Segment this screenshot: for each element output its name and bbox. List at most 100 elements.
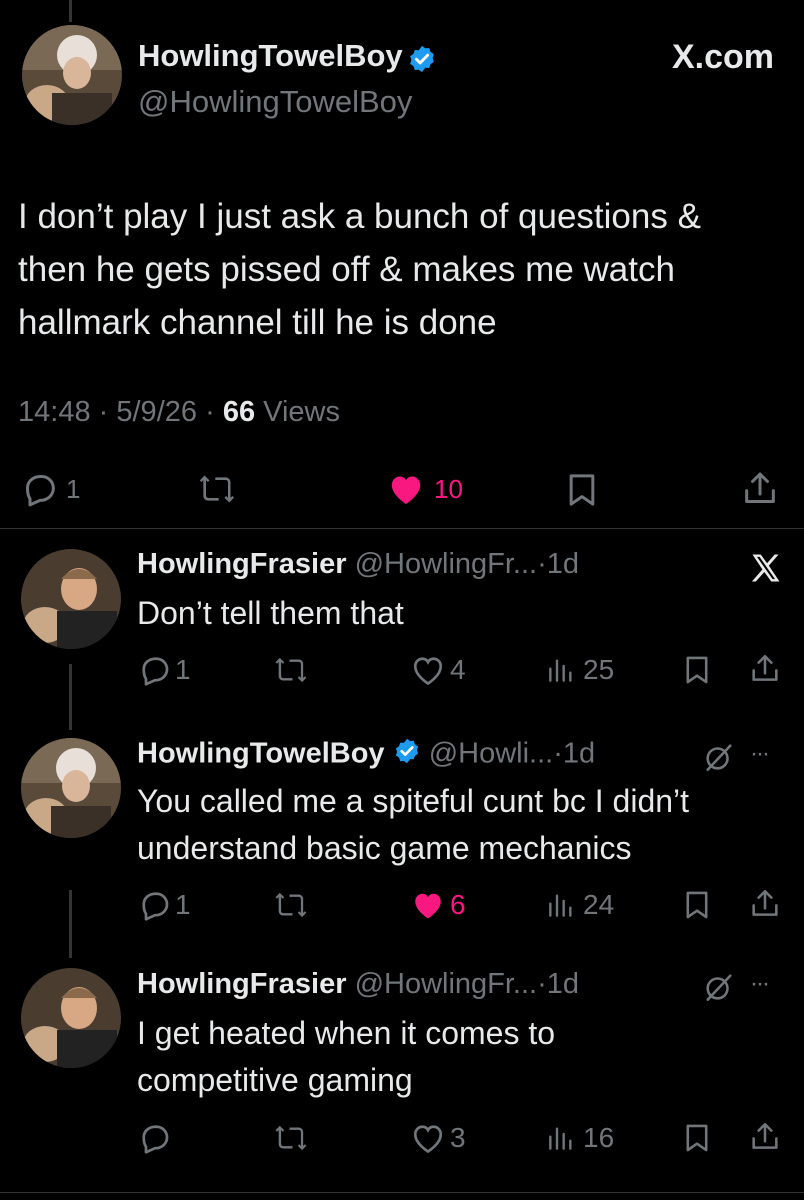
like-button[interactable]: 4 bbox=[408, 652, 466, 688]
reply-age[interactable]: 1d bbox=[563, 738, 595, 770]
views-button[interactable]: 25 bbox=[545, 652, 614, 688]
repost-icon bbox=[275, 657, 307, 683]
author-name-row: HowlingTowelBoy bbox=[138, 38, 437, 79]
reply-author-name[interactable]: HowlingFrasier bbox=[137, 548, 347, 580]
verified-badge-icon bbox=[407, 44, 437, 79]
bookmark-icon bbox=[569, 474, 595, 506]
views-count: 66 bbox=[222, 396, 256, 428]
share-button[interactable] bbox=[740, 467, 780, 511]
bookmark-button[interactable] bbox=[680, 887, 714, 923]
views-label: Views bbox=[263, 396, 340, 428]
repost-button[interactable] bbox=[271, 652, 311, 688]
reply-text: I get heated when it comes to competitiv… bbox=[137, 1010, 787, 1104]
divider bbox=[0, 1192, 804, 1193]
grok-icon[interactable] bbox=[702, 970, 736, 1009]
separator: · bbox=[98, 396, 109, 428]
reply-button[interactable] bbox=[137, 1120, 173, 1156]
avatar-howlingfrasier[interactable] bbox=[21, 968, 121, 1068]
share-button[interactable] bbox=[748, 1118, 782, 1156]
like-count: 3 bbox=[450, 1122, 466, 1153]
reply-author-handle[interactable]: @Howli... bbox=[429, 738, 554, 770]
reply-text-line: You called me a spiteful cunt bc I didn’… bbox=[137, 783, 690, 819]
reply-icon bbox=[26, 475, 55, 507]
reply-age[interactable]: 1d bbox=[547, 968, 579, 1000]
separator: · bbox=[553, 737, 563, 770]
tweet-text-line: hallmark channel till he is done bbox=[18, 303, 497, 342]
like-button[interactable]: 3 bbox=[408, 1120, 466, 1156]
bookmark-button[interactable] bbox=[680, 1120, 714, 1156]
reply-count: 1 bbox=[175, 654, 191, 685]
like-button[interactable]: 10 bbox=[384, 469, 463, 509]
tweet-date[interactable]: 5/9/26 bbox=[116, 396, 197, 428]
tweet-text-line: I don’t play I just ask a bunch of quest… bbox=[18, 197, 701, 236]
divider bbox=[0, 528, 804, 529]
reply-button[interactable]: 1 bbox=[137, 887, 191, 923]
tweet-meta: 14:48 · 5/9/26 · 66 Views bbox=[18, 396, 340, 429]
like-count: 4 bbox=[450, 654, 466, 685]
reply-count: 1 bbox=[175, 889, 191, 920]
views-count: 24 bbox=[583, 889, 615, 920]
views-count: 16 bbox=[583, 1122, 615, 1153]
views-count: 25 bbox=[583, 654, 615, 685]
heart-icon bbox=[413, 657, 443, 686]
reply-button[interactable]: 1 bbox=[20, 469, 80, 509]
bookmark-button[interactable] bbox=[680, 652, 714, 688]
reply-icon bbox=[142, 1125, 169, 1154]
avatar-howlingtowelboy[interactable] bbox=[21, 738, 121, 838]
avatar-howlingtowelboy[interactable] bbox=[22, 25, 122, 125]
author-handle[interactable]: @HowlingTowelBoy bbox=[138, 84, 412, 120]
repost-icon bbox=[275, 1125, 307, 1151]
bookmark-icon bbox=[686, 1124, 708, 1152]
tweet-text-line: then he gets pissed off & makes me watch bbox=[18, 250, 675, 289]
like-count: 6 bbox=[450, 889, 466, 920]
repost-icon bbox=[199, 475, 234, 503]
more-options-icon[interactable]: ··· bbox=[750, 970, 770, 998]
share-button[interactable] bbox=[748, 885, 782, 923]
more-options-icon[interactable]: ··· bbox=[750, 740, 770, 768]
author-display-name[interactable]: HowlingTowelBoy bbox=[138, 38, 403, 73]
reply-header: HowlingFrasier @HowlingFr...·1d bbox=[137, 548, 579, 581]
like-count: 10 bbox=[434, 473, 463, 504]
reply-header: HowlingTowelBoy @Howli...·1d bbox=[137, 737, 595, 773]
reply-button[interactable]: 1 bbox=[137, 652, 191, 688]
like-button[interactable]: 6 bbox=[408, 887, 466, 923]
bookmark-icon bbox=[686, 891, 708, 919]
avatar-howlingfrasier[interactable] bbox=[21, 549, 121, 649]
reply-author-name[interactable]: HowlingFrasier bbox=[137, 968, 347, 1000]
analytics-icon bbox=[549, 894, 572, 917]
heart-filled-icon bbox=[415, 893, 441, 919]
heart-icon bbox=[413, 1125, 443, 1154]
bookmark-icon bbox=[686, 656, 708, 684]
reply-count: 1 bbox=[66, 473, 81, 504]
views-button[interactable]: 16 bbox=[545, 1120, 614, 1156]
repost-button[interactable] bbox=[271, 887, 311, 923]
reply-text: Don’t tell them that bbox=[137, 595, 404, 631]
verified-badge-icon bbox=[393, 737, 421, 773]
separator: · bbox=[537, 548, 547, 580]
reply-icon bbox=[142, 892, 169, 921]
analytics-icon bbox=[549, 659, 572, 682]
tweet-text: I don’t play I just ask a bunch of quest… bbox=[18, 190, 798, 349]
reply-author-name[interactable]: HowlingTowelBoy bbox=[137, 738, 385, 770]
share-icon bbox=[752, 889, 778, 916]
separator: · bbox=[537, 968, 547, 1000]
grok-icon[interactable] bbox=[702, 740, 736, 779]
thread-connector bbox=[69, 890, 72, 958]
views-button[interactable]: 24 bbox=[545, 887, 614, 923]
share-button[interactable] bbox=[748, 650, 782, 688]
repost-button[interactable] bbox=[195, 469, 239, 509]
share-icon bbox=[745, 472, 775, 503]
reply-header: HowlingFrasier @HowlingFr...·1d bbox=[137, 968, 579, 1001]
x-logo-icon bbox=[748, 550, 784, 591]
analytics-icon bbox=[549, 1127, 572, 1150]
heart-filled-icon bbox=[391, 476, 421, 504]
reply-icon bbox=[142, 657, 169, 686]
reply-author-handle[interactable]: @HowlingFr... bbox=[355, 548, 538, 580]
reply-author-handle[interactable]: @HowlingFr... bbox=[355, 968, 538, 1000]
bookmark-button[interactable] bbox=[562, 469, 602, 511]
reply-text-line: I get heated when it comes to bbox=[137, 1015, 556, 1051]
reply-age[interactable]: 1d bbox=[547, 548, 579, 580]
reply-text-line: understand basic game mechanics bbox=[137, 830, 632, 866]
repost-button[interactable] bbox=[271, 1120, 311, 1156]
tweet-time[interactable]: 14:48 bbox=[18, 396, 91, 428]
